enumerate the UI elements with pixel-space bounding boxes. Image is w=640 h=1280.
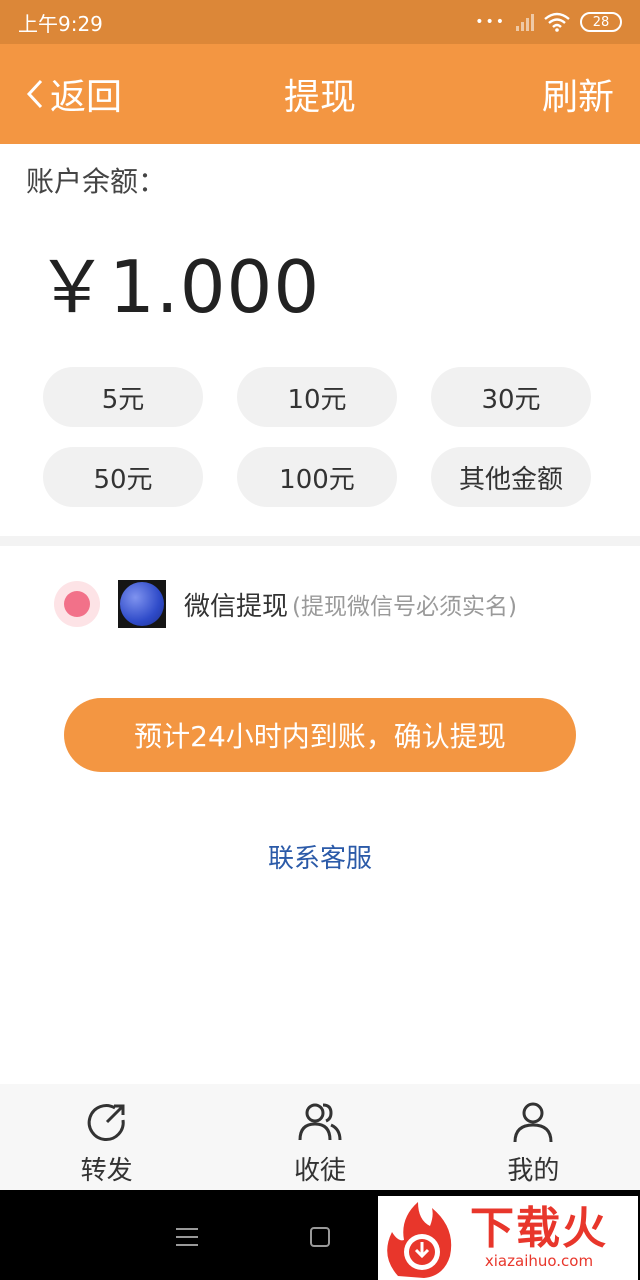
flame-logo-icon <box>387 1202 452 1278</box>
tab-label: 我的 <box>507 1156 560 1186</box>
tab-recruit[interactable]: 收徒 <box>213 1084 426 1190</box>
amount-option-10[interactable]: 10元 <box>237 367 397 427</box>
tab-label: 转发 <box>80 1156 133 1186</box>
back-button[interactable]: 返回 <box>24 44 122 144</box>
wifi-icon <box>544 12 570 32</box>
radio-dot <box>64 591 90 617</box>
tab-share[interactable]: 转发 <box>0 1084 213 1190</box>
signal-icon <box>516 13 534 31</box>
home-icon[interactable] <box>310 1227 330 1247</box>
share-icon <box>87 1104 125 1141</box>
amount-option-30[interactable]: 30元 <box>431 367 591 427</box>
user-icon <box>513 1102 553 1143</box>
battery-level: 28 <box>592 14 610 30</box>
status-bar: 上午9:29 ••• 28 <box>0 0 640 44</box>
watermark-title: 下载火 <box>470 1202 608 1254</box>
confirm-withdraw-button[interactable]: 预计24小时内到账，确认提现 <box>64 698 576 772</box>
tab-bar: 转发 收徒 我的 <box>0 1084 640 1190</box>
status-time: 上午9:29 <box>18 11 103 36</box>
contact-support-link[interactable]: 联系客服 <box>0 838 640 875</box>
radio-button-selected[interactable] <box>54 581 100 627</box>
amount-option-other[interactable]: 其他金额 <box>431 447 591 507</box>
menu-icon[interactable] <box>176 1228 198 1246</box>
watermark-domain: xiazaihuo.com <box>484 1252 594 1271</box>
more-dots-icon: ••• <box>475 14 506 30</box>
amount-option-100[interactable]: 100元 <box>237 447 397 507</box>
balance-label: 账户余额： <box>26 165 167 198</box>
chevron-left-icon <box>26 79 43 109</box>
method-name: 微信提现 <box>184 591 289 622</box>
section-divider <box>0 536 640 546</box>
battery-icon: 28 <box>580 12 622 32</box>
back-label: 返回 <box>50 77 123 118</box>
amount-option-5[interactable]: 5元 <box>43 367 203 427</box>
status-icons: ••• 28 <box>475 12 622 32</box>
watermark-text: 下载火 xiazaihuo.com <box>470 1202 608 1271</box>
watermark-logo: 下载火 xiazaihuo.com <box>378 1196 638 1280</box>
balance-amount: ￥1.000 <box>36 245 321 329</box>
tab-mine[interactable]: 我的 <box>427 1084 640 1190</box>
amount-option-50[interactable]: 50元 <box>43 447 203 507</box>
wechat-logo-icon <box>118 580 166 628</box>
tab-label: 收徒 <box>293 1156 346 1186</box>
method-note: (提现微信号必须实名) <box>292 594 517 620</box>
payment-method-wechat[interactable]: 微信提现 (提现微信号必须实名) <box>54 578 517 630</box>
nav-bar: 返回 提现 刷新 <box>0 44 640 144</box>
amount-options: 5元 10元 30元 50元 100元 其他金额 <box>43 367 591 507</box>
users-icon <box>298 1103 342 1141</box>
refresh-button[interactable]: 刷新 <box>542 68 614 120</box>
